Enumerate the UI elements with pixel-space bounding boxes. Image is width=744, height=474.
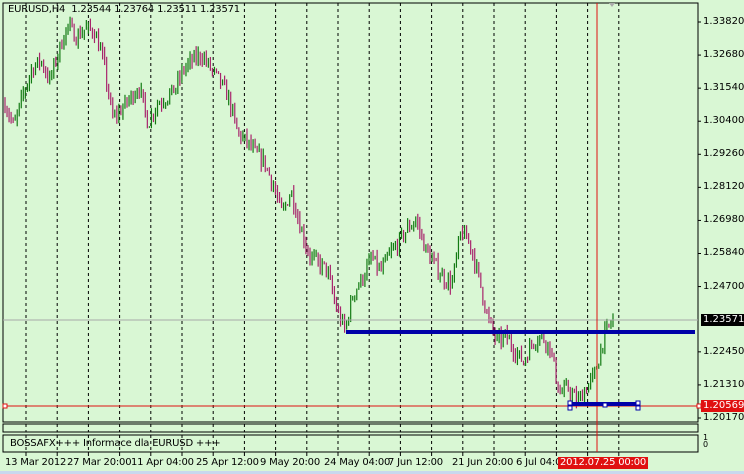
time-tick-label: 9 May 20:00 [260, 457, 321, 468]
price-tick-label: 1.30400 [703, 115, 744, 127]
chart-window[interactable]: EURUSD,H4 1.23544 1.23764 1.23511 1.2357… [0, 0, 744, 474]
line-handle [567, 400, 573, 406]
time-tick-label: 6 Jul 04:0 [516, 457, 562, 468]
close-value: 1.23571 [200, 4, 240, 15]
line-handle [635, 400, 641, 406]
price-tick-label: 1.24700 [703, 280, 744, 292]
symbol-label: EURUSD,H4 [8, 4, 66, 15]
time-tick-label: 24 May 04:00 [324, 457, 391, 468]
price-tick-label: 1.26980 [703, 214, 744, 226]
line-handle [602, 402, 608, 408]
time-tick-label: 27 Mar 20:00 [67, 457, 132, 468]
line-handle [635, 405, 641, 411]
line-handle [567, 405, 573, 411]
price-tick-label: 1.28120 [703, 181, 744, 193]
high-value: 1.23764 [114, 4, 155, 15]
price-tick-label: 1.29260 [703, 148, 744, 160]
shift-marker-icon [609, 3, 615, 7]
time-tick-label: 7 Jun 12:00 [388, 457, 443, 468]
price-tick-label: 1.25840 [703, 247, 744, 259]
indicator-scale-bottom: 0 [703, 440, 708, 449]
time-tick-label: 21 Jun 20:00 [452, 457, 514, 468]
time-tick-label: 11 Apr 04:00 [131, 457, 194, 468]
line-handle [2, 403, 8, 409]
sub-pane-frame [2, 423, 699, 433]
marker-time-label: 2012.07.25 00:00 [558, 457, 649, 469]
open-value: 1.23544 [71, 4, 112, 15]
chart-header: EURUSD,H4 1.23544 1.23764 1.23511 1.2357… [8, 4, 240, 16]
time-tick-label: 13 Mar 2012 [5, 457, 67, 468]
price-tick-label: 1.32680 [703, 49, 744, 61]
indicator-label: BOSSAFX+++ Informace dla EURUSD +++ [10, 438, 221, 449]
time-tick-label: 25 Apr 12:00 [196, 457, 259, 468]
current-price-label: 1.23571 [701, 314, 744, 326]
low-value: 1.23511 [157, 4, 198, 15]
price-tick-label: 1.21310 [703, 378, 744, 390]
price-tick-label: 1.31540 [703, 82, 744, 94]
chart-canvas[interactable] [0, 0, 744, 474]
price-tick-label: 1.33820 [703, 16, 744, 27]
marker-price-label: 1.20569 [701, 400, 744, 412]
price-tick-label: 1.20170 [703, 411, 744, 423]
price-tick-label: 1.22450 [703, 345, 744, 357]
